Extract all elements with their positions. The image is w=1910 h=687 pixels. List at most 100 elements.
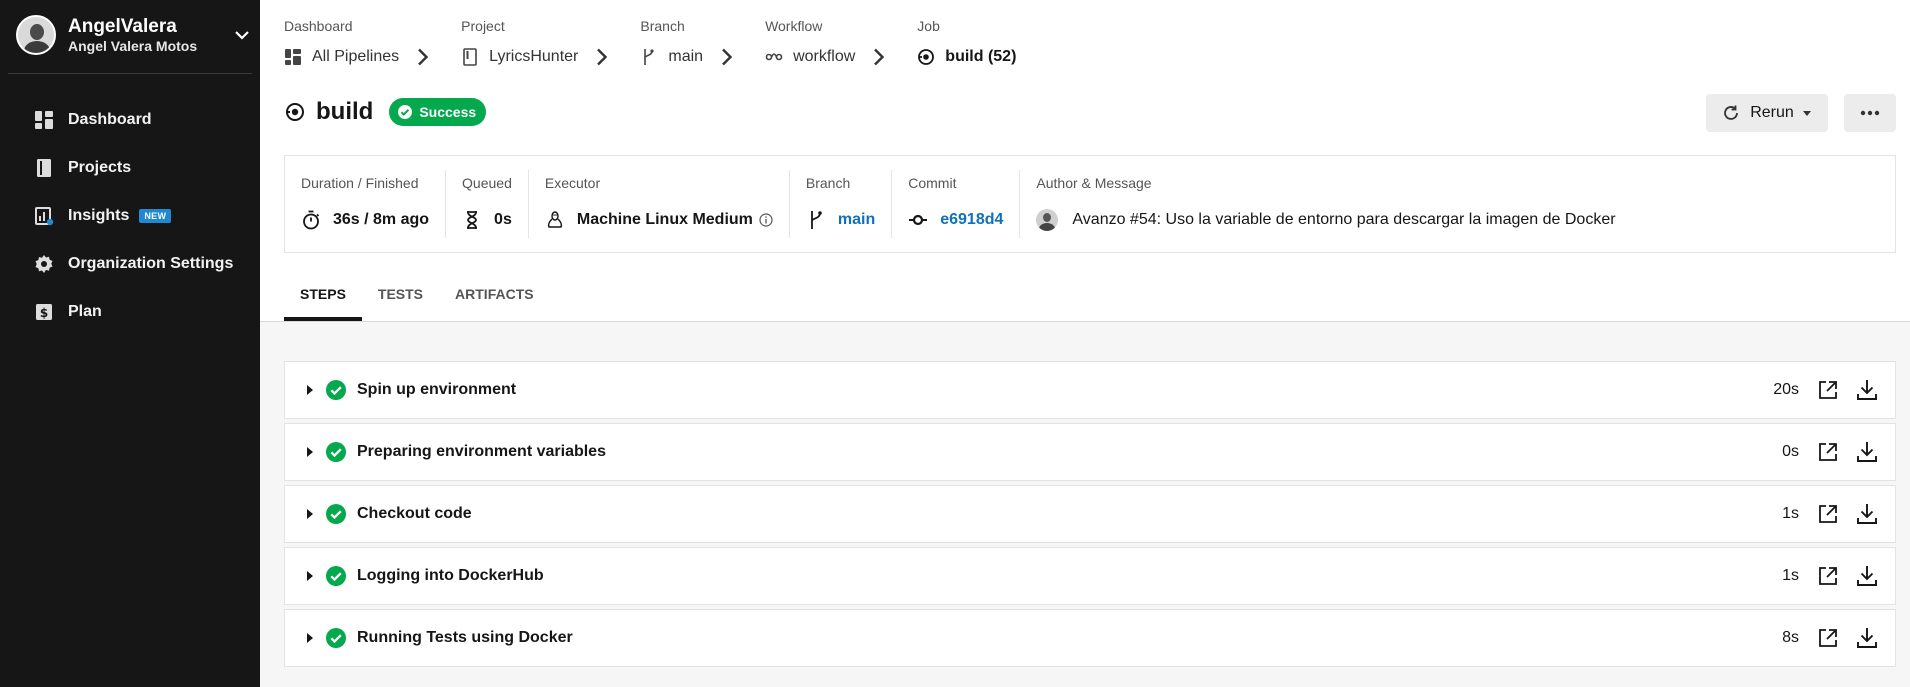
step-duration: 1s: [1782, 567, 1799, 584]
sidebar: AngelValera Angel Valera Motos Dashboard…: [0, 0, 260, 687]
steps-list: Spin up environment 20s Preparing enviro…: [284, 361, 1896, 671]
duration-value: 36s / 8m ago: [333, 211, 430, 228]
more-options-button[interactable]: [1844, 94, 1896, 132]
sidebar-item-insights[interactable]: Insights NEW: [0, 192, 260, 240]
external-link-icon[interactable]: [1817, 379, 1839, 401]
breadcrumb-workflow[interactable]: Workflow workflow: [765, 18, 897, 68]
step-row[interactable]: Running Tests using Docker 8s: [284, 609, 1896, 667]
sidebar-item-label: Plan: [68, 303, 102, 320]
caret-right-icon[interactable]: [306, 633, 314, 643]
success-check-icon: [326, 380, 346, 400]
step-row[interactable]: Preparing environment variables 0s: [284, 423, 1896, 481]
caret-right-icon[interactable]: [306, 447, 314, 457]
sidebar-nav: Dashboard Projects Insights NEW Organiza…: [0, 96, 260, 336]
tab-tests[interactable]: TESTS: [362, 276, 439, 321]
sidebar-item-label: Insights: [68, 207, 130, 224]
breadcrumb-label: Branch: [640, 18, 685, 34]
commit-message: Avanzo #54: Uso la variable de entorno p…: [1072, 211, 1616, 228]
caret-right-icon[interactable]: [306, 571, 314, 581]
sidebar-item-plan[interactable]: $ Plan: [0, 288, 260, 336]
caret-right-icon[interactable]: [306, 509, 314, 519]
breadcrumb-label: Job: [917, 18, 940, 34]
step-duration: 20s: [1773, 381, 1799, 398]
author-avatar: [1036, 209, 1059, 231]
tab-bar: STEPS TESTS ARTIFACTS: [284, 276, 550, 321]
info-label: Executor: [544, 175, 601, 191]
pipelines-icon: [285, 49, 301, 65]
info-label: Commit: [908, 175, 957, 191]
tab-artifacts[interactable]: ARTIFACTS: [439, 276, 550, 321]
breadcrumb-project[interactable]: Project LyricsHunter: [461, 18, 620, 68]
success-check-icon: [326, 504, 346, 524]
download-icon[interactable]: [1855, 440, 1879, 464]
info-icon[interactable]: [759, 213, 773, 227]
step-name: Running Tests using Docker: [357, 629, 573, 646]
step-row[interactable]: Logging into DockerHub 1s: [284, 547, 1896, 605]
chevron-right-icon: [722, 48, 733, 66]
breadcrumb-job[interactable]: Job build (52): [917, 18, 1016, 68]
refresh-icon: [1724, 105, 1739, 120]
page-title: build: [316, 98, 374, 125]
linux-icon: [547, 211, 562, 228]
success-check-icon: [326, 442, 346, 462]
external-link-icon[interactable]: [1817, 627, 1839, 649]
info-queued: Queued 0s: [446, 170, 529, 238]
info-branch: Branch main: [790, 170, 893, 238]
breadcrumb-value[interactable]: workflow: [793, 48, 855, 66]
gear-icon: [35, 255, 53, 273]
chevron-down-icon[interactable]: [232, 25, 252, 45]
branch-icon: [644, 49, 654, 65]
job-icon: [918, 49, 935, 65]
download-icon[interactable]: [1855, 626, 1879, 650]
sidebar-item-dashboard[interactable]: Dashboard: [0, 96, 260, 144]
breadcrumb-branch[interactable]: Branch main: [640, 18, 745, 68]
external-link-icon[interactable]: [1817, 503, 1839, 525]
step-duration: 8s: [1782, 629, 1799, 646]
caret-right-icon[interactable]: [306, 385, 314, 395]
breadcrumb-label: Dashboard: [284, 18, 353, 34]
breadcrumb-value[interactable]: All Pipelines: [312, 48, 399, 66]
sidebar-item-label: Organization Settings: [68, 255, 234, 272]
chevron-right-icon: [874, 48, 885, 66]
step-name: Logging into DockerHub: [357, 567, 544, 584]
check-circle-icon: [398, 105, 413, 119]
org-subtitle: Angel Valera Motos: [68, 37, 198, 54]
rerun-button[interactable]: Rerun: [1706, 94, 1828, 132]
info-author: Author & Message Avanzo #54: Uso la vari…: [1020, 170, 1631, 238]
branch-icon: [810, 211, 822, 229]
caret-down-icon: [1802, 111, 1811, 116]
breadcrumb-value[interactable]: LyricsHunter: [489, 48, 578, 66]
success-check-icon: [326, 566, 346, 586]
svg-text:$: $: [40, 306, 48, 320]
commit-link[interactable]: e6918d4: [940, 211, 1003, 229]
breadcrumb-value[interactable]: main: [668, 48, 703, 66]
book-icon: [463, 48, 477, 66]
external-link-icon[interactable]: [1817, 441, 1839, 463]
download-icon[interactable]: [1855, 564, 1879, 588]
step-row[interactable]: Checkout code 1s: [284, 485, 1896, 543]
info-label: Branch: [805, 175, 851, 191]
dashboard-icon: [35, 111, 53, 129]
chevron-right-icon: [597, 48, 608, 66]
org-name: AngelValera: [68, 15, 177, 37]
tab-steps[interactable]: STEPS: [284, 276, 362, 321]
branch-link[interactable]: main: [838, 211, 875, 229]
org-switcher[interactable]: AngelValera Angel Valera Motos: [16, 15, 252, 55]
more-icon: [1860, 110, 1880, 116]
avatar: [16, 15, 56, 55]
book-icon: [37, 159, 51, 177]
sidebar-item-organization-settings[interactable]: Organization Settings: [0, 240, 260, 288]
hourglass-icon: [467, 211, 478, 229]
info-label: Duration / Finished: [301, 175, 419, 191]
sidebar-item-projects[interactable]: Projects: [0, 144, 260, 192]
step-duration: 1s: [1782, 505, 1799, 522]
download-icon[interactable]: [1855, 502, 1879, 526]
main-content: Dashboard All Pipelines Project LyricsHu…: [260, 0, 1910, 687]
sidebar-item-label: Projects: [68, 159, 132, 176]
info-executor: Executor Machine Linux Medium: [529, 170, 790, 238]
info-label: Author & Message: [1036, 175, 1152, 191]
step-row[interactable]: Spin up environment 20s: [284, 361, 1896, 419]
breadcrumb-dashboard[interactable]: Dashboard All Pipelines: [284, 18, 441, 68]
download-icon[interactable]: [1855, 378, 1879, 402]
external-link-icon[interactable]: [1817, 565, 1839, 587]
